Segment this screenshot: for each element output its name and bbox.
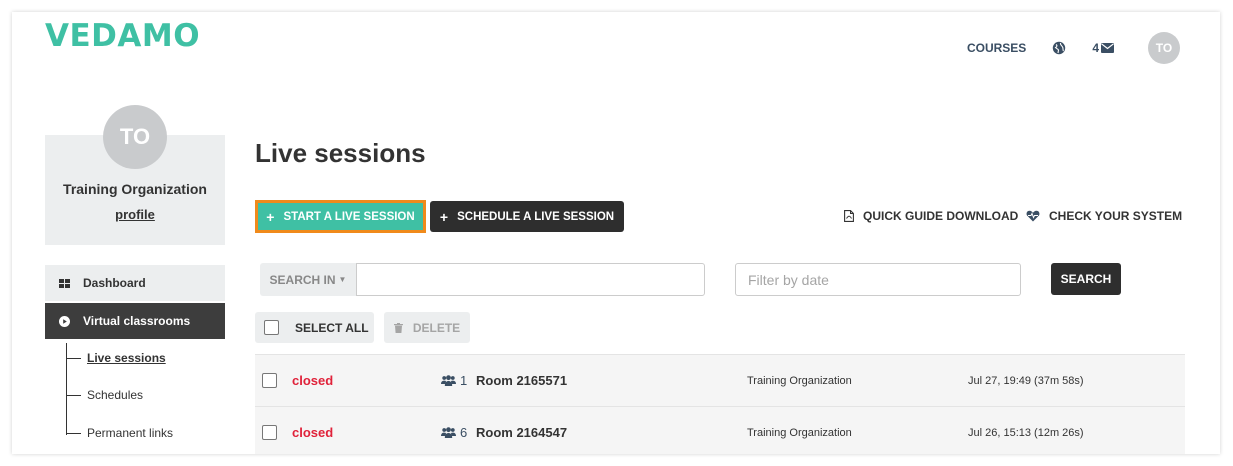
row-checkbox[interactable]: [262, 373, 277, 388]
pdf-file-icon: [844, 210, 854, 222]
sidebar-item-label: Dashboard: [83, 276, 146, 290]
sidebar-item-label: Virtual classrooms: [83, 314, 191, 328]
schedule-live-session-button[interactable]: + SCHEDULE A LIVE SESSION: [430, 201, 624, 232]
table-row[interactable]: closed 6 Room 2164547 Training Organizat…: [255, 406, 1185, 454]
play-circle-icon: [59, 315, 70, 327]
select-all-checkbox[interactable]: [264, 320, 279, 335]
sidebar-item-virtual-classrooms[interactable]: Virtual classrooms: [45, 303, 225, 339]
org-name: Training Organization: [63, 181, 207, 197]
globe-icon[interactable]: [1052, 41, 1066, 55]
table-row[interactable]: closed 1 Room 2165571 Training Organizat…: [255, 354, 1185, 406]
subnav-item-live-sessions[interactable]: Live sessions: [66, 351, 166, 365]
status-badge: closed: [292, 425, 334, 440]
heartbeat-icon: [1026, 210, 1040, 222]
messages-link[interactable]: 4: [1092, 41, 1114, 55]
subnav-item-permanent-links[interactable]: Permanent links: [66, 426, 173, 440]
sessions-table: closed 1 Room 2165571 Training Organizat…: [255, 354, 1185, 454]
organization-name: Training Organization: [747, 426, 852, 439]
session-time: Jul 27, 19:49 (37m 58s): [968, 374, 1084, 387]
start-live-session-button[interactable]: + START A LIVE SESSION: [255, 200, 426, 233]
users-icon: [441, 427, 456, 438]
top-nav: COURSES 4 TO: [967, 32, 1180, 64]
courses-link[interactable]: COURSES: [967, 41, 1026, 55]
room-name[interactable]: Room 2164547: [476, 425, 567, 440]
caret-down-icon: ▼: [338, 275, 347, 284]
status-badge: closed: [292, 373, 334, 388]
room-name[interactable]: Room 2165571: [476, 373, 567, 388]
participant-count: 1: [441, 373, 467, 388]
trash-icon: [393, 322, 403, 333]
organization-name: Training Organization: [747, 374, 852, 387]
row-checkbox[interactable]: [262, 425, 277, 440]
plus-icon: +: [266, 208, 275, 225]
subnav-item-schedules[interactable]: Schedules: [66, 388, 143, 402]
profile-link[interactable]: profile: [45, 207, 225, 222]
user-avatar[interactable]: TO: [1148, 32, 1180, 64]
filter-by-date-input[interactable]: [735, 263, 1021, 296]
session-time: Jul 26, 15:13 (12m 26s): [968, 426, 1084, 439]
check-your-system-link[interactable]: CHECK YOUR SYSTEM: [1026, 209, 1182, 223]
page-title: Live sessions: [255, 138, 426, 168]
delete-button[interactable]: DELETE: [384, 312, 470, 343]
search-button[interactable]: SEARCH: [1051, 263, 1121, 295]
org-avatar: TO: [103, 105, 167, 169]
message-count: 4: [1092, 41, 1099, 55]
profile-card: TO Training Organization profile: [45, 105, 225, 245]
envelope-icon: [1101, 43, 1114, 53]
participant-count: 6: [441, 425, 467, 440]
search-in-dropdown[interactable]: SEARCH IN ▼: [260, 263, 356, 296]
app-window: VEDAMO COURSES 4 TO TO Training Organiza…: [12, 12, 1220, 454]
vedamo-logo[interactable]: VEDAMO: [45, 18, 200, 54]
quick-guide-download-link[interactable]: QUICK GUIDE DOWNLOAD: [844, 209, 1018, 223]
select-all-button[interactable]: SELECT ALL: [255, 312, 374, 343]
plus-icon: +: [439, 208, 449, 225]
search-input[interactable]: [356, 263, 705, 296]
users-icon: [441, 375, 456, 386]
grid-icon: [59, 278, 70, 288]
sidebar-item-dashboard[interactable]: Dashboard: [45, 265, 225, 301]
